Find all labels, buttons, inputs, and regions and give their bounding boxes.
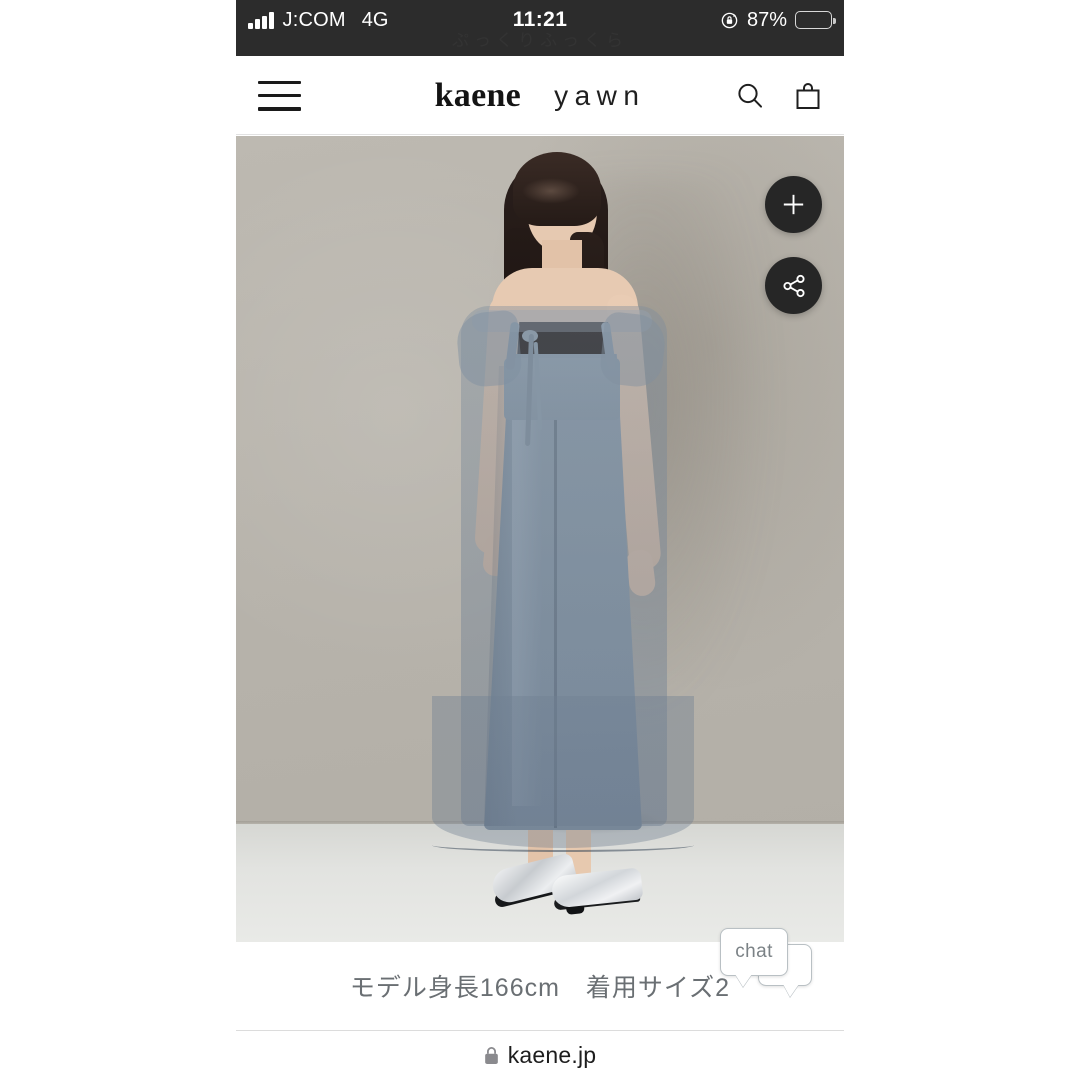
sheer-cap-sleeve-left bbox=[454, 309, 524, 389]
status-bar-right: 87% bbox=[720, 0, 836, 40]
header-icons bbox=[734, 80, 824, 112]
share-icon bbox=[782, 274, 805, 297]
phone-viewport: ぷっくりふっくら J:COM 4G 11:21 87% kaene yawn モ… bbox=[236, 0, 844, 1080]
model-figure bbox=[236, 136, 844, 942]
search-icon[interactable] bbox=[734, 80, 766, 112]
zoom-expand-button[interactable] bbox=[765, 176, 822, 233]
site-header: kaene yawn bbox=[236, 56, 844, 135]
header-divider bbox=[236, 133, 844, 135]
chat-label: chat bbox=[735, 941, 773, 962]
share-button[interactable] bbox=[765, 257, 822, 314]
screenshot-canvas: ぷっくりふっくら J:COM 4G 11:21 87% kaene yawn モ… bbox=[0, 0, 1080, 1080]
image-action-buttons bbox=[765, 176, 822, 314]
chat-bubble-front: chat bbox=[720, 928, 788, 976]
chat-widget-button[interactable]: chat bbox=[720, 928, 816, 994]
rotation-lock-icon bbox=[721, 12, 738, 28]
shopping-bag-icon[interactable] bbox=[792, 80, 824, 112]
brand-logo-yawn[interactable]: yawn bbox=[554, 80, 645, 112]
battery-percent-label: 87% bbox=[746, 8, 787, 31]
url-label: kaene.jp bbox=[507, 1042, 597, 1068]
plus-icon bbox=[783, 194, 804, 215]
product-image[interactable] bbox=[236, 136, 844, 942]
brand-logo-kaene[interactable]: kaene bbox=[435, 77, 522, 115]
status-bar: ぷっくりふっくら J:COM 4G 11:21 87% bbox=[236, 0, 844, 56]
lock-icon bbox=[484, 1047, 498, 1064]
battery-icon bbox=[795, 11, 836, 29]
model-hair-sheen bbox=[522, 178, 580, 204]
browser-address-bar[interactable]: kaene.jp bbox=[236, 1030, 844, 1080]
sheer-overlay-hem bbox=[432, 826, 694, 852]
